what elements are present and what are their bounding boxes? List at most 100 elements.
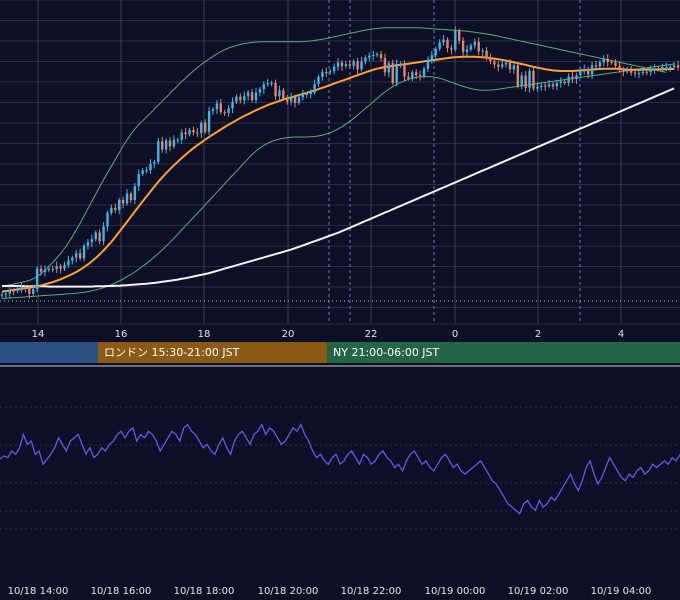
candle-body [160,141,164,150]
candle-body [614,62,617,66]
candle-body [71,257,74,261]
price-time-tick-label: 14 [32,329,45,340]
candle-body [571,76,574,80]
candle-body [63,265,66,269]
candle-body [461,40,465,52]
candle-body [47,268,51,271]
price-time-tick-label: 16 [115,329,128,340]
candle-body [672,65,676,68]
candle-body [653,68,656,70]
candle-body [575,75,578,80]
candle-body [321,72,324,77]
candle-body [340,62,344,67]
candle-body [219,103,223,113]
candle-body [465,49,469,52]
candle-body [485,50,488,59]
candle-body [489,58,492,62]
candle-body [246,92,250,96]
candle-body [243,95,246,101]
candle-body [223,112,226,114]
candle-body [184,132,187,135]
candle-body [649,69,652,73]
candle-body [282,90,285,99]
chart-background [0,0,680,600]
candle-body [383,58,387,73]
candle-body [536,86,539,89]
candle-body [547,84,551,87]
candle-body [43,270,47,272]
trading-chart[interactable]: 14 16 18 20 22 0 2 4 10/18 14:00 10/18 16:00 10/1… [0,0,680,600]
session-label-london: ロンドン 15:30-21:00 JST [104,346,240,359]
candle-body [28,288,31,294]
candle-body [86,242,90,246]
candle-body [426,59,430,69]
candle-body [676,65,680,68]
candle-body [188,130,191,135]
candle-body [35,268,39,290]
candle-body [200,122,203,134]
candle-body [500,64,504,67]
price-time-tick-label: 18 [198,329,211,340]
candle-body [317,76,320,85]
candle-body [563,81,566,83]
candle-body [352,61,355,66]
candle-body [645,71,648,73]
candle-body [180,132,183,140]
candle-body [364,57,367,62]
candle-body [278,90,281,97]
candle-body [508,62,512,70]
candle-body [543,85,547,87]
candle-body [493,61,496,65]
candle-body [387,63,391,73]
candle-body [215,103,219,110]
date-tick-label: 10/18 16:00 [91,586,152,597]
candle-body [110,207,113,213]
candle-body [579,71,582,76]
candle-body [145,170,148,172]
candle-body [157,141,160,162]
candle-body [450,48,453,50]
candle-body [250,92,254,101]
candle-body [16,289,19,291]
candle-body [78,253,82,259]
candle-body [438,42,441,49]
candle-body [528,70,531,88]
candle-body [610,62,613,63]
candle-body [125,193,129,204]
candle-body [149,163,152,171]
date-tick-label: 10/18 14:00 [8,586,69,597]
candle-body [481,50,484,52]
candle-body [192,130,195,133]
session-bar-asia [0,342,98,363]
candle-body [24,287,27,289]
candle-body [567,76,570,83]
candle-body [622,69,625,72]
candle-body [332,66,336,72]
candle-body [329,71,332,73]
candle-body [344,64,348,67]
candle-body [309,92,312,94]
candle-body [590,65,594,75]
candle-body [665,67,668,69]
candle-body [82,245,86,259]
candle-body [305,93,308,95]
date-tick-label: 10/18 18:00 [174,586,235,597]
candle-body [395,63,398,83]
candle-body [98,232,101,242]
candle-body [391,63,394,83]
candle-body [289,97,293,102]
candle-body [137,174,140,187]
candle-body [372,55,375,56]
candle-body [598,62,602,67]
session-bar-ny: NY 21:00-06:00 JST [327,342,680,363]
candle-body [422,68,426,76]
candle-body [59,266,62,269]
candle-body [231,101,234,109]
candle-body [207,111,211,132]
candle-body [196,132,199,134]
candle-body [606,58,609,62]
candle-body [94,232,97,240]
candle-body [618,65,621,69]
price-time-tick-label: 22 [365,329,378,340]
candle-body [336,62,340,67]
